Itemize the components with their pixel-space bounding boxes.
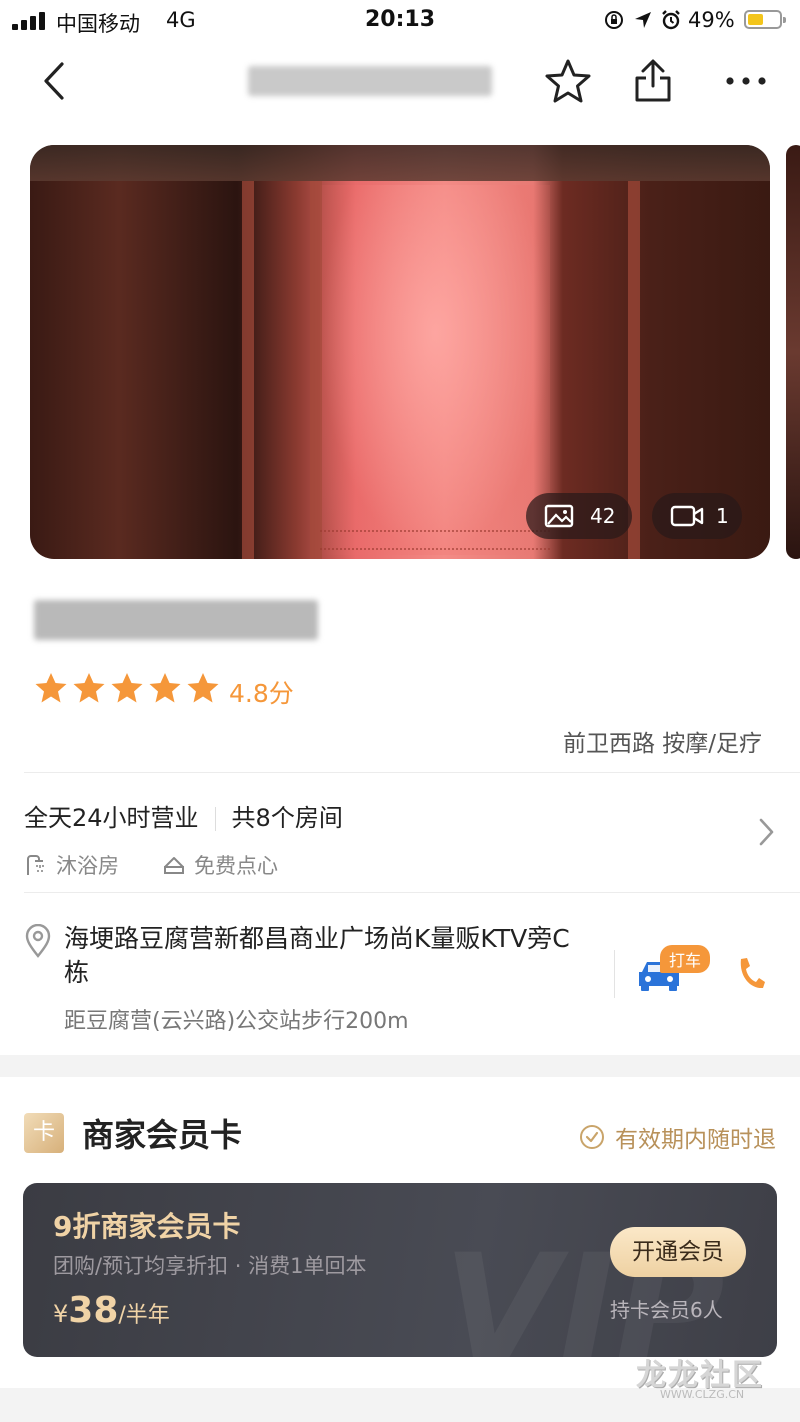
hours-label: 全天24小时营业 xyxy=(24,804,199,832)
site-watermark-url: WWW.CLZG.CN xyxy=(660,1388,745,1401)
star-filled-icon xyxy=(186,672,220,704)
page-title-blurred xyxy=(248,66,492,96)
snack-icon xyxy=(162,853,186,877)
photo-count: 42 xyxy=(590,504,616,528)
section-gap xyxy=(0,1055,800,1077)
price-currency: ¥ xyxy=(53,1300,69,1328)
location-icon xyxy=(633,10,653,30)
member-count: 持卡会员6人 xyxy=(610,1298,723,1322)
taxi-label[interactable]: 打车 xyxy=(660,945,711,973)
price-unit: /半年 xyxy=(118,1303,170,1328)
rotation-lock-icon xyxy=(604,10,624,30)
battery-icon xyxy=(744,10,786,29)
member-card-price: ¥38/半年 xyxy=(53,1290,170,1331)
location-pin-icon xyxy=(24,924,52,958)
image-icon xyxy=(544,504,574,528)
status-bar: 中国移动 4G 20:13 49% xyxy=(0,0,800,40)
refund-note-label: 有效期内随时退 xyxy=(615,1127,776,1153)
section-title: 商家会员卡 xyxy=(82,1116,243,1154)
divider xyxy=(24,892,800,893)
amenity-snacks-label: 免费点心 xyxy=(194,854,278,878)
transit-distance: 距豆腐营(云兴路)公交站步行200m xyxy=(64,1009,409,1034)
amenity-snacks: 免费点心 xyxy=(162,850,278,880)
check-circle-icon xyxy=(579,1124,605,1150)
refund-note: 有效期内随时退 xyxy=(579,1120,776,1154)
star-filled-icon xyxy=(148,672,182,704)
member-card-subtitle: 团购/预订均享折扣 · 消费1单回本 xyxy=(53,1254,367,1278)
rating-score: 4.8分 xyxy=(229,679,294,708)
divider xyxy=(24,772,800,773)
phone-icon[interactable] xyxy=(736,956,766,992)
gallery-next-photo[interactable] xyxy=(786,145,800,559)
star-outline-icon[interactable] xyxy=(544,58,592,104)
shop-area-category: 前卫西路 按摩/足疗 xyxy=(562,731,762,757)
gallery-photo[interactable] xyxy=(30,145,770,559)
video-count-badge[interactable]: 1 xyxy=(652,493,742,539)
chevron-right-icon[interactable] xyxy=(758,816,776,848)
shop-address[interactable]: 海埂路豆腐营新都昌商业广场尚K量贩KTV旁C栋 xyxy=(64,922,584,990)
video-icon xyxy=(670,504,704,528)
star-filled-icon xyxy=(110,672,144,704)
member-card-title: 9折商家会员卡 xyxy=(53,1210,241,1243)
back-icon[interactable] xyxy=(38,60,72,102)
star-filled-icon xyxy=(72,672,106,704)
join-member-button[interactable]: 开通会员 xyxy=(610,1227,746,1277)
member-card-icon: 卡 xyxy=(24,1113,64,1153)
star-filled-icon xyxy=(34,672,68,704)
price-value: 38 xyxy=(68,1290,119,1331)
share-icon[interactable] xyxy=(632,58,674,104)
rooms-label: 共8个房间 xyxy=(231,804,343,832)
photo-count-badge[interactable]: 42 xyxy=(526,493,632,539)
hours-row[interactable]: 全天24小时营业 共8个房间 xyxy=(24,798,343,833)
amenity-shower-label: 沐浴房 xyxy=(56,854,119,878)
amenity-shower: 沐浴房 xyxy=(24,850,119,880)
shop-name-blurred xyxy=(34,600,318,640)
divider xyxy=(614,950,615,998)
rating-stars xyxy=(34,672,220,704)
video-count: 1 xyxy=(716,504,729,528)
shower-icon xyxy=(24,853,48,877)
more-icon[interactable] xyxy=(724,74,768,88)
alarm-icon xyxy=(660,9,682,31)
battery-percent: 49% xyxy=(688,8,735,32)
